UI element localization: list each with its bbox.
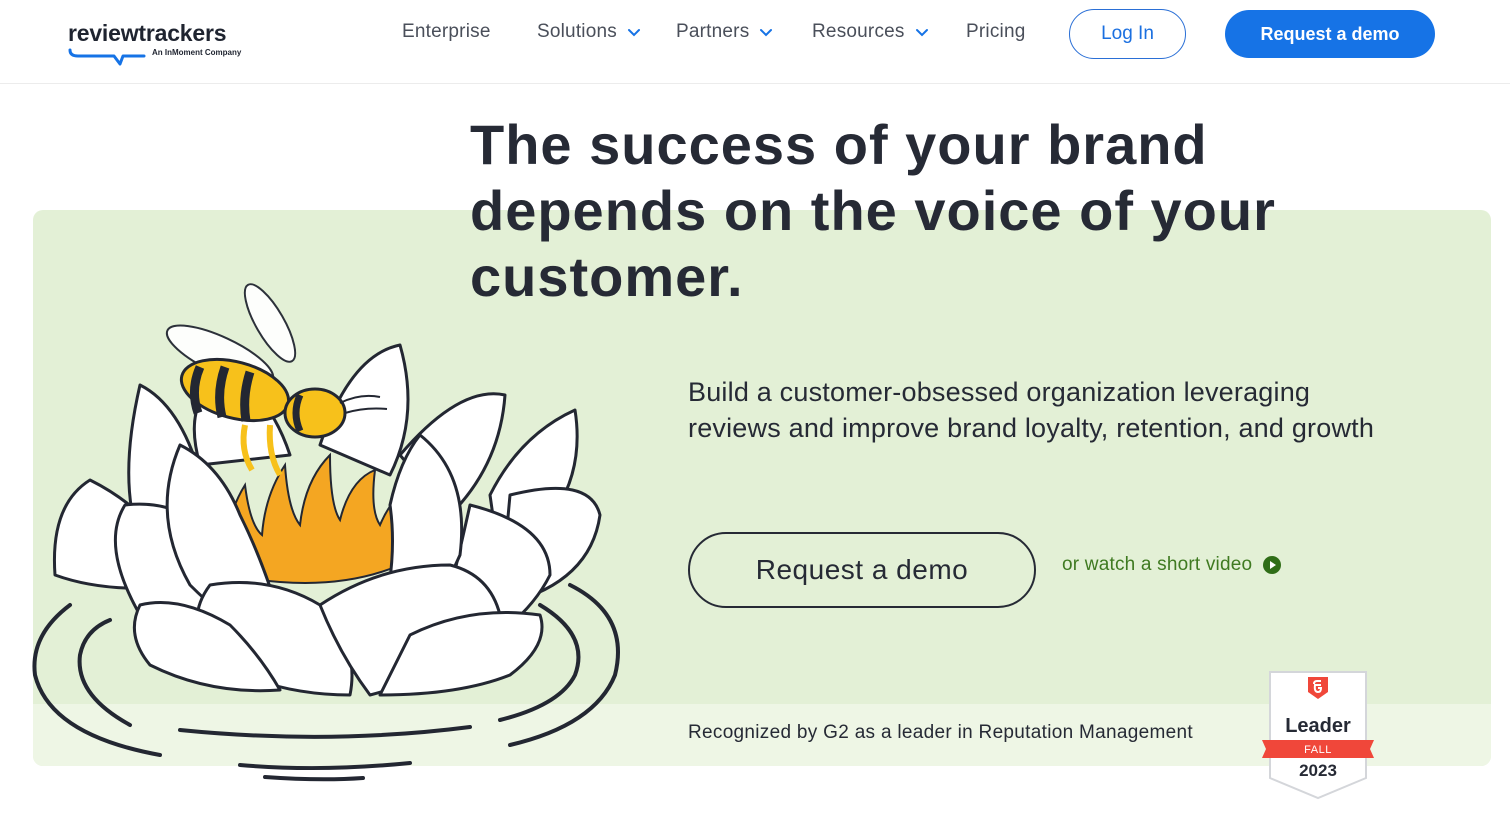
- nav-pricing[interactable]: Pricing: [966, 0, 1025, 64]
- login-button[interactable]: Log In: [1069, 9, 1186, 59]
- request-demo-button[interactable]: Request a demo: [688, 532, 1036, 608]
- badge-year: 2023: [1299, 761, 1337, 780]
- request-demo-header-button[interactable]: Request a demo: [1225, 10, 1435, 58]
- nav-partners[interactable]: Partners: [676, 0, 773, 64]
- nav-label: Enterprise: [402, 21, 491, 42]
- bee-on-lotus-illustration: [32, 283, 620, 782]
- nav-label: Partners: [676, 21, 750, 42]
- hero-subtext: Build a customer-obsessed organization l…: [688, 377, 1375, 443]
- g2-logo-icon: [1308, 677, 1328, 699]
- nav-label: Solutions: [537, 21, 617, 42]
- nav-solutions[interactable]: Solutions: [537, 0, 641, 64]
- logo-wordmark: reviewtrackers: [68, 20, 227, 46]
- nav-resources[interactable]: Resources: [812, 0, 929, 64]
- chevron-down-icon: [760, 29, 773, 37]
- chevron-down-icon: [627, 29, 640, 37]
- badge-title: Leader: [1285, 715, 1351, 737]
- speech-bubble-logo-icon: [68, 48, 146, 66]
- badge-season: FALL: [1304, 744, 1332, 756]
- reviewtrackers-logo[interactable]: reviewtrackers An InMoment Company: [68, 18, 248, 68]
- nav-label: Resources: [812, 21, 905, 42]
- watch-video-link[interactable]: or watch a short video: [1062, 553, 1282, 577]
- hero-headline: The success of your brand depends on the…: [470, 113, 1276, 308]
- nav-label: Pricing: [966, 21, 1026, 42]
- watch-video-label: or watch a short video: [1062, 554, 1253, 575]
- g2-recognition-text: Recognized by G2 as a leader in Reputati…: [688, 722, 1193, 743]
- chevron-down-icon: [915, 29, 928, 37]
- nav-enterprise[interactable]: Enterprise: [402, 0, 491, 64]
- logo-subtext: An InMoment Company: [152, 48, 242, 57]
- play-circle-icon: [1263, 556, 1282, 574]
- site-header: reviewtrackers An InMoment Company Enter…: [0, 0, 1510, 84]
- g2-leader-badge: Leader FALL 2023: [1260, 670, 1376, 800]
